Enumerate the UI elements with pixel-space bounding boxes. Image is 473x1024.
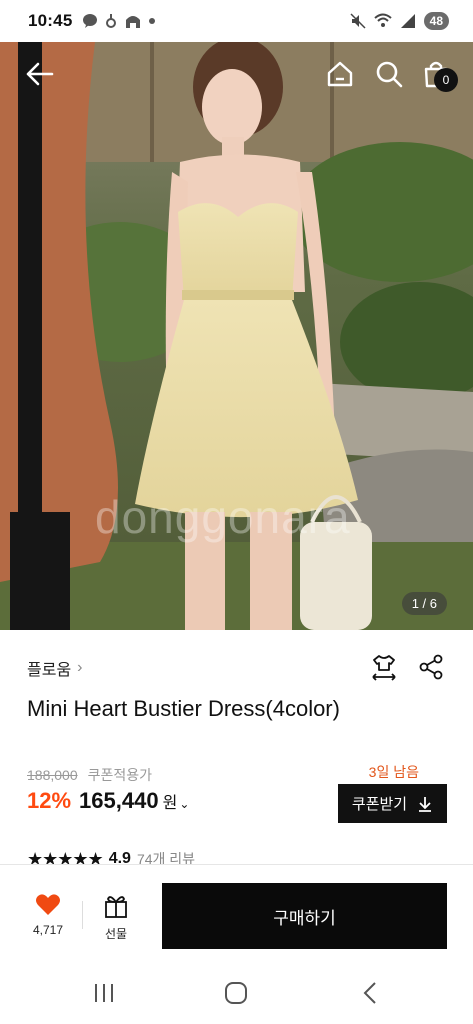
- back-nav-button[interactable]: [356, 981, 384, 1005]
- buy-button[interactable]: 구매하기: [162, 883, 447, 949]
- chat-bubble-icon: [83, 14, 98, 28]
- heart-icon: [36, 894, 60, 915]
- like-button[interactable]: 4,717: [22, 893, 74, 937]
- talk-icon: [106, 14, 117, 28]
- chevron-left-icon: [363, 982, 376, 1004]
- cart-count-badge: 0: [434, 68, 458, 92]
- home-circle-icon: [225, 982, 247, 1004]
- product-title: Mini Heart Bustier Dress(4color): [27, 696, 340, 721]
- wifi-icon: [373, 13, 392, 27]
- product-actions: [371, 654, 443, 687]
- coupon-price-label: 쿠폰적용가: [87, 767, 153, 783]
- original-price-row: 188,000 쿠폰적용가: [27, 765, 152, 785]
- clothing-size-icon: [372, 655, 396, 681]
- search-button[interactable]: [371, 56, 407, 92]
- system-navigation-bar: [0, 964, 473, 1024]
- dot-icon: [149, 18, 156, 24]
- mute-icon: [350, 13, 366, 29]
- status-notification-icons: [82, 12, 156, 30]
- get-coupon-label: 쿠폰받기: [351, 796, 408, 813]
- status-bar: 10:45 48: [0, 0, 473, 42]
- back-button[interactable]: [22, 56, 58, 92]
- brand-link[interactable]: 플로움 ›: [27, 656, 83, 680]
- home-app-icon: [126, 16, 141, 28]
- gift-icon: [105, 896, 127, 918]
- gift-label: 선물: [104, 927, 128, 941]
- image-counter: 1 / 6: [401, 592, 447, 615]
- sale-price: 165,440: [79, 788, 159, 813]
- signal-icon: [400, 14, 415, 28]
- size-guide-button[interactable]: [371, 654, 397, 687]
- coupon-days-left: 3일 남음: [368, 764, 419, 780]
- share-button[interactable]: [419, 654, 443, 687]
- gift-button[interactable]: 선물: [92, 893, 140, 942]
- arrow-left-icon: [26, 62, 54, 86]
- status-time: 10:45: [28, 11, 73, 30]
- status-system-icons: 48: [350, 12, 449, 30]
- divider: [82, 901, 83, 929]
- get-coupon-button[interactable]: 쿠폰받기: [338, 784, 447, 823]
- home-button[interactable]: [322, 56, 358, 92]
- original-price: 188,000: [27, 767, 78, 783]
- home-nav-button[interactable]: [222, 981, 250, 1005]
- product-detail-screen: 10:45 48 donggonara 0 1 / 6 플로움 › Mini H…: [0, 0, 473, 1024]
- chevron-down-icon: ⌄: [179, 797, 190, 811]
- currency-unit: 원: [162, 795, 178, 812]
- battery-level: 48: [423, 12, 449, 30]
- product-image-carousel[interactable]: donggonara 0 1 / 6: [0, 42, 473, 630]
- image-watermark: donggonara: [95, 491, 351, 543]
- purchase-bar: 4,717 선물 구매하기: [0, 864, 473, 964]
- download-icon: [419, 796, 432, 812]
- recent-apps-button[interactable]: [90, 981, 118, 1005]
- discount-rate: 12%: [27, 788, 72, 813]
- brand-name: 플로움: [27, 662, 72, 679]
- recent-apps-icon: [95, 984, 113, 1002]
- home-icon: [327, 61, 353, 87]
- search-icon: [376, 61, 403, 88]
- share-icon: [419, 654, 443, 680]
- price-row[interactable]: 12% 165,440 원 ⌄: [27, 788, 189, 814]
- chevron-right-icon: ›: [77, 659, 83, 676]
- like-count: 4,717: [32, 923, 64, 937]
- hero-top-nav: [0, 42, 473, 108]
